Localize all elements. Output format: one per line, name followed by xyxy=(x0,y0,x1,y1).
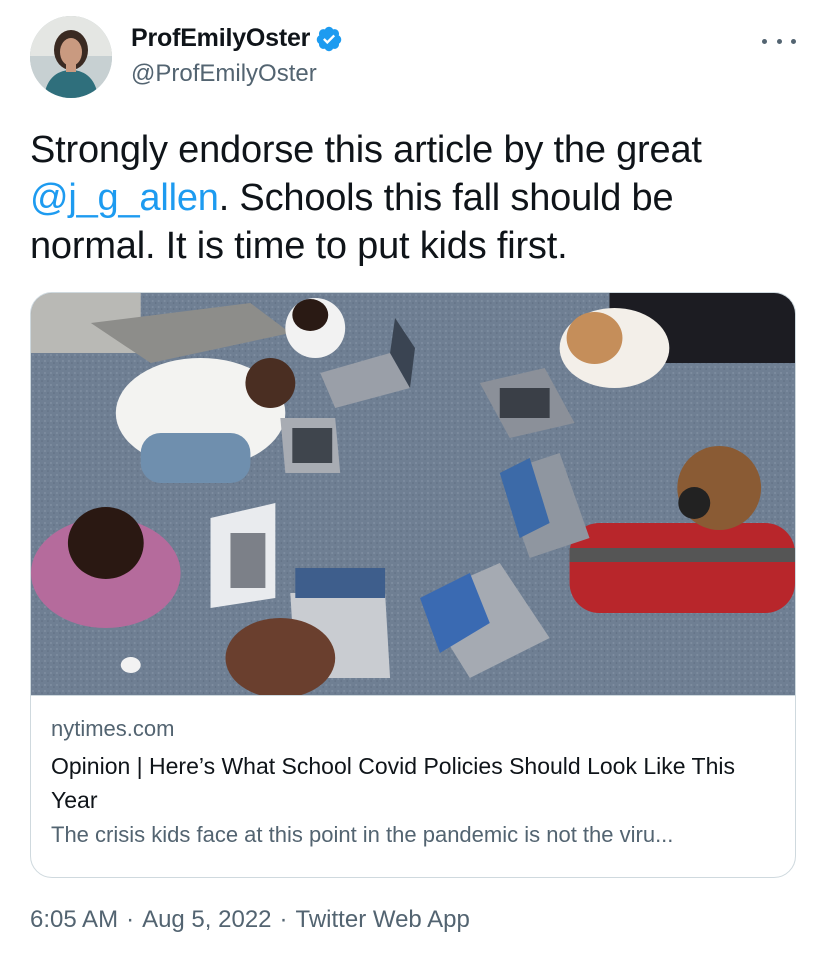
tweet-time[interactable]: 6:05 AM xyxy=(30,906,118,934)
author-display-name[interactable]: ProfEmilyOster xyxy=(131,24,343,53)
avatar-image xyxy=(30,16,112,98)
tweet-source[interactable]: Twitter Web App xyxy=(296,906,470,934)
more-options-icon[interactable] xyxy=(762,34,796,48)
card-body: nytimes.com Opinion | Here’s What School… xyxy=(51,713,775,851)
card-domain: nytimes.com xyxy=(51,716,175,741)
avatar[interactable] xyxy=(30,16,112,98)
display-name-text: ProfEmilyOster xyxy=(131,24,311,52)
dot xyxy=(791,38,796,44)
tweet-meta: 6:05 AM · Aug 5, 2022 · Twitter Web App xyxy=(30,906,470,934)
dot xyxy=(776,38,782,44)
mention-link[interactable]: @j_g_allen xyxy=(30,177,219,219)
card-image xyxy=(31,293,795,696)
link-card[interactable]: nytimes.com Opinion | Here’s What School… xyxy=(30,292,796,878)
meta-separator: · xyxy=(126,906,135,933)
tweet-date[interactable]: Aug 5, 2022 xyxy=(142,906,271,934)
card-description: The crisis kids face at this point in th… xyxy=(51,822,674,847)
meta-separator: · xyxy=(279,906,288,933)
tweet-text-part1: Strongly endorse this article by the gre… xyxy=(30,129,702,171)
card-title[interactable]: Opinion | Here’s What School Covid Polic… xyxy=(51,749,775,817)
dot xyxy=(762,38,767,44)
verified-badge-icon xyxy=(315,25,343,53)
tweet-text: Strongly endorse this article by the gre… xyxy=(30,126,800,270)
author-handle[interactable]: @ProfEmilyOster xyxy=(131,60,317,88)
